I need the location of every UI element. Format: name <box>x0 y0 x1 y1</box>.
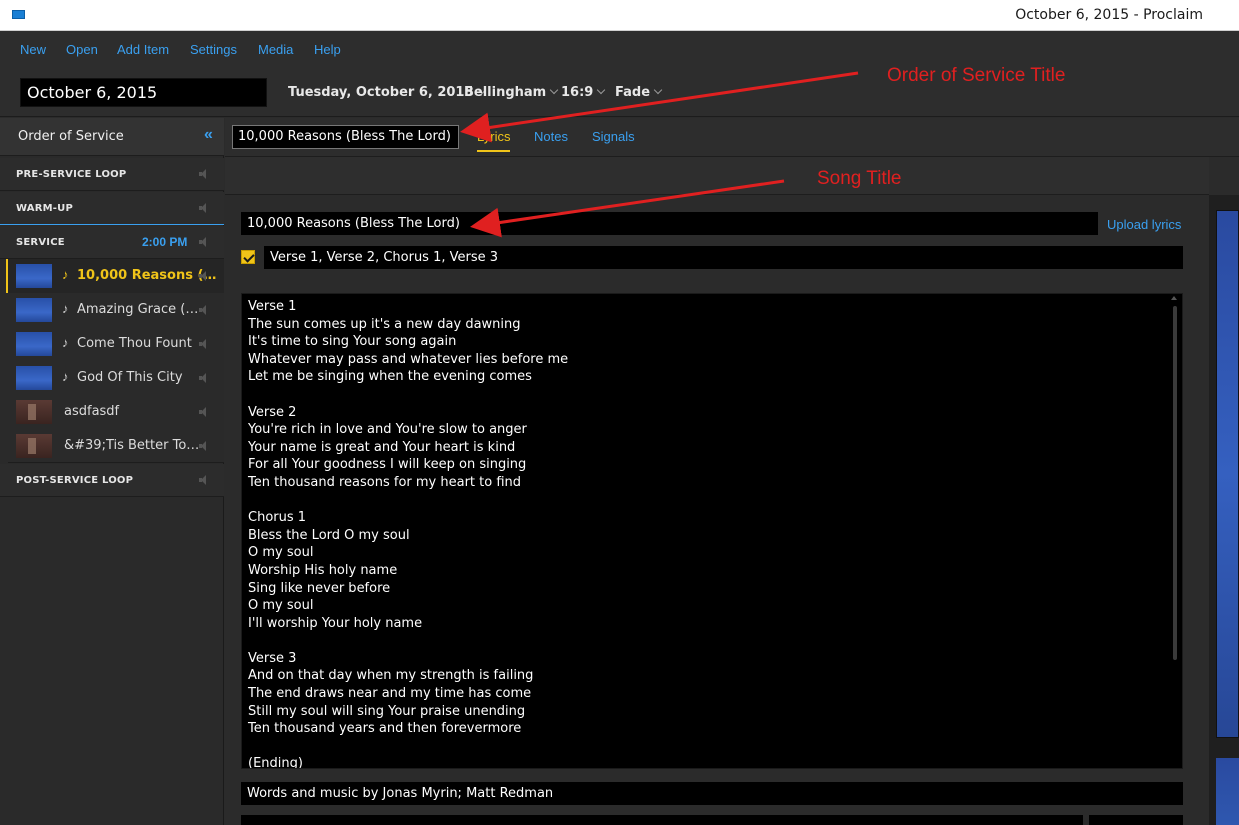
service-item-name: 10,000 Reasons (… <box>77 268 217 283</box>
menu-add-item[interactable]: Add Item <box>117 42 169 57</box>
slide-thumbnail <box>16 264 52 288</box>
speaker-icon <box>199 475 207 485</box>
app-icon <box>12 10 25 19</box>
sidebar-title: Order of Service <box>18 129 124 144</box>
menu-help[interactable]: Help <box>314 42 341 57</box>
content-toolbar-strip <box>225 157 1209 195</box>
song-title-field[interactable]: 10,000 Reasons (Bless The Lord) <box>241 212 1098 235</box>
location-dropdown[interactable]: Bellingham <box>464 85 559 100</box>
item-title-input[interactable]: 10,000 Reasons (Bless The Lord) <box>232 125 459 149</box>
service-item-name: &#39;Tis Better To… <box>64 438 200 453</box>
item-header: 10,000 Reasons (Bless The Lord) Lyrics N… <box>225 118 1239 157</box>
transition-dropdown[interactable]: Fade <box>615 85 663 100</box>
song-order-checkbox[interactable] <box>241 250 255 264</box>
service-item[interactable]: ♪ God Of This City <box>8 361 224 395</box>
order-of-service-sidebar: Order of Service « PRE-SERVICE LOOP WARM… <box>0 118 224 825</box>
chevron-down-icon <box>549 85 559 95</box>
service-item[interactable]: &#39;Tis Better To… <box>8 429 224 463</box>
slide-thumbnail <box>16 366 52 390</box>
menu-bar: New Open Add Item Settings Media Help <box>0 31 1239 67</box>
annotation-order-of-service-title: Order of Service Title <box>887 65 1066 86</box>
slide-thumbnail <box>16 298 52 322</box>
menu-new[interactable]: New <box>20 42 46 57</box>
speaker-icon <box>199 203 207 213</box>
menu-media[interactable]: Media <box>258 42 293 57</box>
section-post-service-loop[interactable]: POST-SERVICE LOOP <box>0 464 224 497</box>
annotation-song-title: Song Title <box>817 168 902 189</box>
title-bar: October 6, 2015 - Proclaim <box>0 0 1239 31</box>
service-title-input[interactable]: October 6, 2015 <box>20 78 267 107</box>
service-item[interactable]: ♪ Come Thou Fount <box>8 327 224 361</box>
aspect-dropdown[interactable]: 16:9 <box>561 85 606 100</box>
credits-field[interactable]: Words and music by Jonas Myrin; Matt Red… <box>241 782 1183 805</box>
ccli-field[interactable] <box>1089 815 1183 825</box>
song-icon: ♪ <box>62 267 69 282</box>
tab-signals[interactable]: Signals <box>592 129 635 144</box>
sidebar-header: Order of Service « <box>0 118 224 156</box>
speaker-icon <box>199 373 207 383</box>
transition-label: Fade <box>615 85 651 100</box>
chevron-down-icon <box>597 85 606 95</box>
proclaim-window: October 6, 2015 - Proclaim New Open Add … <box>0 0 1239 825</box>
speaker-icon <box>199 339 207 349</box>
service-date-label: Tuesday, October 6, 2015 <box>288 85 474 100</box>
speaker-icon <box>199 441 207 451</box>
song-order-field[interactable]: Verse 1, Verse 2, Chorus 1, Verse 3 <box>264 246 1183 269</box>
slide-thumbnail <box>16 400 52 424</box>
service-date-dropdown[interactable]: Tuesday, October 6, 2015 <box>288 85 486 100</box>
service-item[interactable]: asdfasdf <box>8 395 224 429</box>
section-label: WARM-UP <box>16 203 73 214</box>
lyrics-scrollbar[interactable] <box>1173 306 1177 660</box>
section-service[interactable]: SERVICE 2:00 PM <box>0 226 224 259</box>
slide-preview[interactable] <box>1216 758 1239 825</box>
service-time: 2:00 PM <box>142 235 188 249</box>
scroll-up-icon[interactable] <box>1171 296 1177 300</box>
menu-settings[interactable]: Settings <box>190 42 237 57</box>
section-label: PRE-SERVICE LOOP <box>16 169 127 180</box>
service-item[interactable]: ♪ Amazing Grace (… <box>8 293 224 327</box>
service-item[interactable]: ♪ 10,000 Reasons (… <box>6 259 224 293</box>
service-item-name: God Of This City <box>77 370 183 385</box>
speaker-icon <box>199 271 207 281</box>
slide-preview[interactable] <box>1216 210 1239 738</box>
lyrics-text: Verse 1 The sun comes up it's a new day … <box>248 299 569 769</box>
slide-preview-panel <box>1209 195 1239 825</box>
speaker-icon <box>199 407 207 417</box>
lyrics-editor: 10,000 Reasons (Bless The Lord) Upload l… <box>225 195 1209 825</box>
tab-notes[interactable]: Notes <box>534 129 568 144</box>
speaker-icon <box>199 305 207 315</box>
song-icon: ♪ <box>62 369 69 384</box>
slide-thumbnail <box>16 332 52 356</box>
window-title: October 6, 2015 - Proclaim <box>1015 7 1203 23</box>
location-label: Bellingham <box>464 85 547 100</box>
lyrics-textarea[interactable]: Verse 1 The sun comes up it's a new day … <box>241 293 1183 769</box>
section-warm-up[interactable]: WARM-UP <box>0 192 224 225</box>
speaker-icon <box>199 237 207 247</box>
slide-thumbnail <box>16 434 52 458</box>
service-item-name: Come Thou Fount <box>77 336 192 351</box>
menu-open[interactable]: Open <box>66 42 98 57</box>
aspect-label: 16:9 <box>561 85 594 100</box>
speaker-icon <box>199 169 207 179</box>
chevron-down-icon <box>653 85 663 95</box>
tab-lyrics[interactable]: Lyrics <box>477 129 511 152</box>
section-pre-service-loop[interactable]: PRE-SERVICE LOOP <box>0 158 224 191</box>
section-label: POST-SERVICE LOOP <box>16 475 134 486</box>
upload-lyrics-link[interactable]: Upload lyrics <box>1107 217 1181 232</box>
collapse-sidebar-icon[interactable]: « <box>204 126 213 144</box>
copyright-field[interactable] <box>241 815 1083 825</box>
service-item-name: Amazing Grace (… <box>77 302 199 317</box>
song-icon: ♪ <box>62 301 69 316</box>
song-icon: ♪ <box>62 335 69 350</box>
section-label: SERVICE <box>16 237 65 248</box>
service-item-name: asdfasdf <box>64 404 120 419</box>
